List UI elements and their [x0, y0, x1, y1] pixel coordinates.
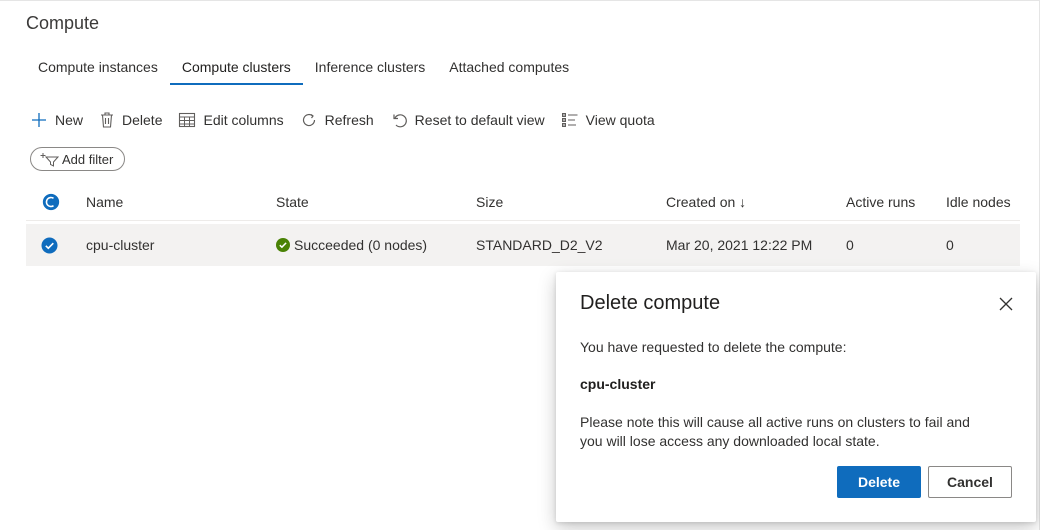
column-header-created-on[interactable]: Created on ↓ — [666, 194, 746, 210]
idle-nodes-cell: 0 — [946, 237, 954, 253]
cancel-button[interactable]: Cancel — [928, 466, 1012, 498]
tab-compute-clusters[interactable]: Compute clusters — [169, 53, 303, 85]
new-button[interactable]: New — [30, 111, 83, 129]
new-label: New — [55, 112, 84, 128]
column-header-name[interactable]: Name — [86, 194, 123, 210]
table-columns-icon — [179, 112, 196, 128]
edit-columns-button[interactable]: Edit columns — [178, 112, 284, 128]
column-header-state[interactable]: State — [276, 194, 309, 210]
reset-view-button[interactable]: Reset to default view — [390, 111, 545, 129]
undo-icon — [393, 114, 407, 128]
add-filter-icon — [40, 153, 59, 167]
column-header-active-runs[interactable]: Active runs — [846, 194, 915, 210]
plus-icon — [32, 113, 46, 127]
table-row[interactable]: cpu-cluster Succeeded (0 nodes) STANDARD… — [26, 224, 1020, 266]
table-header: Name State Size Created on ↓ Active runs… — [26, 183, 1020, 221]
row-checked-icon[interactable] — [41, 237, 58, 254]
select-all-icon[interactable] — [42, 193, 60, 211]
delete-label: Delete — [122, 112, 163, 128]
view-quota-label: View quota — [585, 112, 655, 128]
state-cell: Succeeded (0 nodes) — [276, 237, 427, 253]
success-check-icon — [276, 238, 290, 252]
dialog-warning: Please note this will cause all active r… — [580, 414, 970, 449]
tab-attached-computes[interactable]: Attached computes — [437, 53, 581, 85]
tab-compute-instances[interactable]: Compute instances — [26, 53, 170, 85]
reset-view-label: Reset to default view — [414, 112, 545, 128]
confirm-delete-button[interactable]: Delete — [837, 466, 921, 498]
column-header-idle-nodes[interactable]: Idle nodes — [946, 194, 1011, 210]
refresh-button[interactable]: Refresh — [300, 111, 374, 129]
command-bar: New Delete Edit columns Refresh Reset to… — [30, 108, 671, 132]
add-filter-label: Add filter — [62, 151, 114, 167]
refresh-icon — [302, 113, 315, 127]
page-title: Compute — [26, 13, 100, 33]
add-filter-button[interactable]: Add filter — [30, 147, 125, 171]
dialog-title: Delete compute — [580, 292, 721, 314]
dialog-target-name: cpu-cluster — [580, 376, 656, 392]
list-icon — [561, 113, 578, 127]
column-header-size[interactable]: Size — [476, 194, 503, 210]
created-on-cell: Mar 20, 2021 12:22 PM — [666, 237, 813, 253]
size-cell: STANDARD_D2_V2 — [476, 237, 603, 253]
delete-compute-dialog: Delete compute You have requested to del… — [556, 272, 1036, 522]
tab-inference-clusters[interactable]: Inference clusters — [303, 53, 438, 85]
compute-tabs: Compute instances Compute clusters Infer… — [26, 53, 581, 89]
close-icon[interactable] — [996, 294, 1016, 314]
delete-button[interactable]: Delete — [99, 111, 162, 129]
refresh-label: Refresh — [324, 112, 374, 128]
cluster-name-link[interactable]: cpu-cluster — [86, 237, 154, 253]
active-runs-link[interactable]: 0 — [846, 237, 854, 253]
state-text: Succeeded (0 nodes) — [294, 237, 428, 253]
view-quota-button[interactable]: View quota — [561, 112, 655, 128]
edit-columns-label: Edit columns — [203, 112, 284, 128]
trash-icon — [101, 112, 114, 128]
dialog-message: You have requested to delete the compute… — [580, 339, 847, 355]
